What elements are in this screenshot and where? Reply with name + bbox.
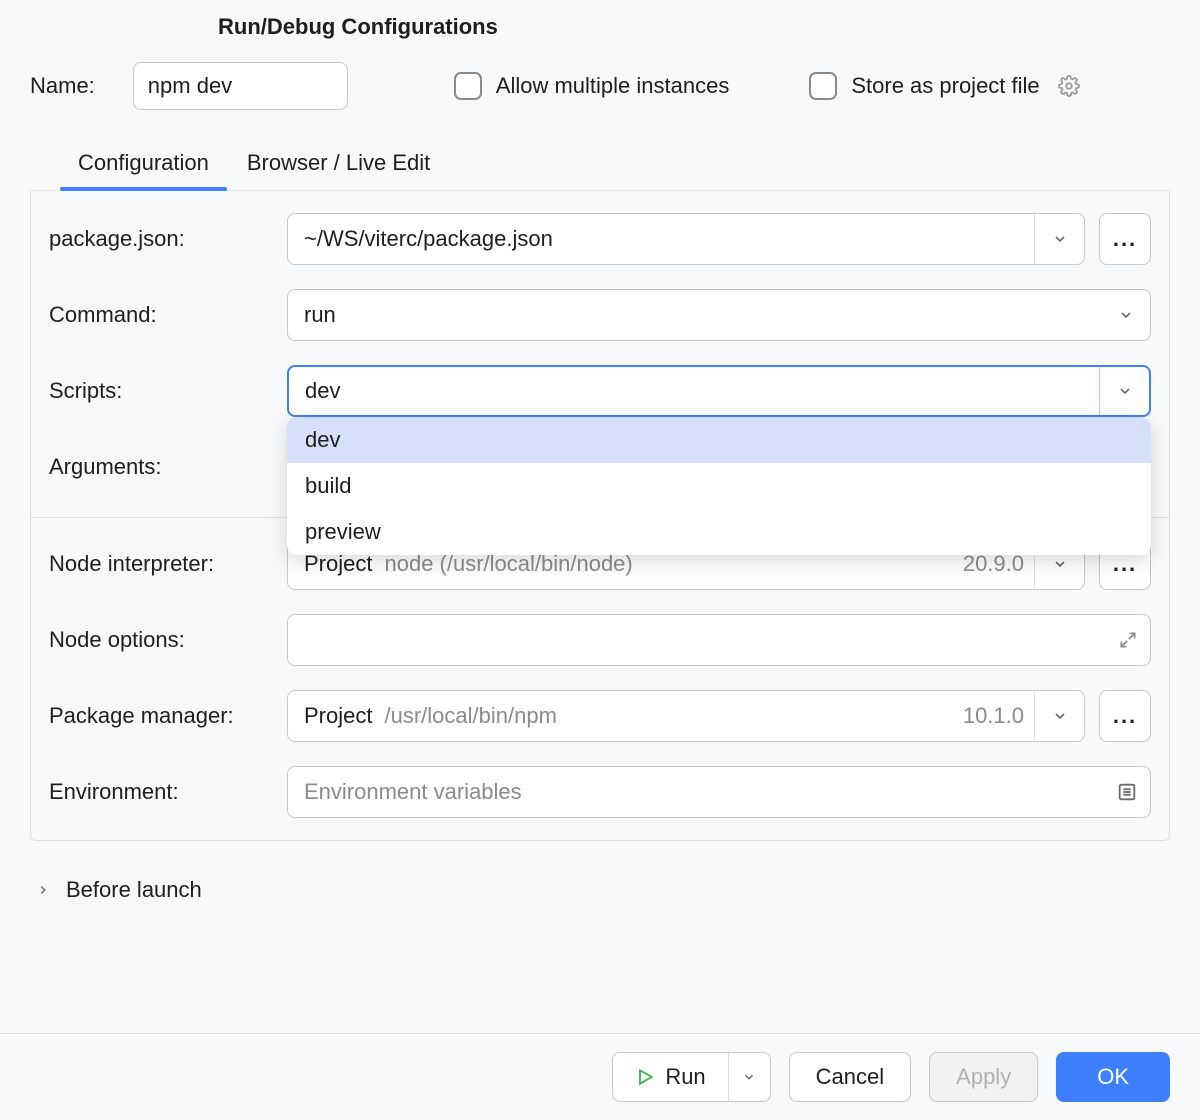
- package-manager-chevron[interactable]: [1034, 691, 1084, 741]
- configuration-panel: package.json: ~/WS/viterc/package.json .…: [30, 191, 1170, 841]
- allow-multiple-group[interactable]: Allow multiple instances: [454, 72, 730, 100]
- scripts-combo[interactable]: dev: [287, 365, 1151, 417]
- environment-row: Environment: Environment variables: [49, 766, 1151, 818]
- command-value: run: [304, 302, 1118, 328]
- chevron-right-icon: [36, 883, 50, 897]
- package-manager-path: /usr/local/bin/npm: [384, 703, 962, 729]
- before-launch-section[interactable]: Before launch: [0, 841, 1200, 941]
- package-json-combo[interactable]: ~/WS/viterc/package.json: [287, 213, 1085, 265]
- allow-multiple-checkbox[interactable]: [454, 72, 482, 100]
- package-json-chevron[interactable]: [1034, 214, 1084, 264]
- node-options-label: Node options:: [49, 627, 287, 653]
- expand-icon[interactable]: [1118, 630, 1138, 650]
- scripts-value: dev: [305, 378, 1099, 404]
- store-project-group[interactable]: Store as project file: [809, 72, 1079, 100]
- scripts-dropdown: dev build preview: [287, 417, 1151, 555]
- environment-placeholder: Environment variables: [304, 779, 522, 805]
- before-launch-label: Before launch: [66, 877, 202, 903]
- play-icon: [635, 1067, 655, 1087]
- scripts-row: Scripts: dev dev build preview: [49, 365, 1151, 417]
- package-manager-prefix: Project: [304, 703, 372, 729]
- name-label: Name:: [30, 73, 95, 99]
- node-options-input[interactable]: [287, 614, 1151, 666]
- arguments-label: Arguments:: [49, 454, 287, 480]
- environment-input[interactable]: Environment variables: [287, 766, 1151, 818]
- tabs: Configuration Browser / Live Edit: [30, 140, 1170, 191]
- name-input[interactable]: [133, 62, 348, 110]
- package-json-value: ~/WS/viterc/package.json: [304, 226, 1034, 252]
- run-button-main[interactable]: Run: [613, 1053, 727, 1101]
- package-manager-browse-button[interactable]: ...: [1099, 690, 1151, 742]
- package-json-browse-button[interactable]: ...: [1099, 213, 1151, 265]
- apply-button[interactable]: Apply: [929, 1052, 1038, 1102]
- tab-configuration[interactable]: Configuration: [78, 140, 209, 190]
- store-project-label: Store as project file: [851, 73, 1039, 99]
- ok-button[interactable]: OK: [1056, 1052, 1170, 1102]
- package-manager-row: Package manager: Project /usr/local/bin/…: [49, 690, 1151, 742]
- dialog-title: Run/Debug Configurations: [0, 0, 1200, 62]
- chevron-down-icon: [1052, 556, 1068, 572]
- chevron-down-icon: [1052, 708, 1068, 724]
- chevron-down-icon: [742, 1070, 756, 1084]
- scripts-label: Scripts:: [49, 378, 287, 404]
- node-options-row: Node options:: [49, 614, 1151, 666]
- store-project-checkbox[interactable]: [809, 72, 837, 100]
- run-button[interactable]: Run: [612, 1052, 770, 1102]
- list-icon[interactable]: [1116, 781, 1138, 803]
- package-manager-combo[interactable]: Project /usr/local/bin/npm 10.1.0: [287, 690, 1085, 742]
- allow-multiple-label: Allow multiple instances: [496, 73, 730, 99]
- chevron-down-icon: [1117, 383, 1133, 399]
- package-json-label: package.json:: [49, 226, 287, 252]
- scripts-option-dev[interactable]: dev: [287, 417, 1151, 463]
- chevron-down-icon: [1052, 231, 1068, 247]
- run-label: Run: [665, 1064, 705, 1090]
- environment-label: Environment:: [49, 779, 287, 805]
- name-row: Name: Allow multiple instances Store as …: [0, 62, 1200, 140]
- gear-icon[interactable]: [1058, 75, 1080, 97]
- footer: Run Cancel Apply OK: [0, 1033, 1200, 1120]
- scripts-option-build[interactable]: build: [287, 463, 1151, 509]
- node-interpreter-label: Node interpreter:: [49, 551, 287, 577]
- command-combo[interactable]: run: [287, 289, 1151, 341]
- package-manager-label: Package manager:: [49, 703, 287, 729]
- scripts-option-preview[interactable]: preview: [287, 509, 1151, 555]
- chevron-down-icon: [1118, 307, 1134, 323]
- cancel-button[interactable]: Cancel: [789, 1052, 911, 1102]
- scripts-chevron[interactable]: [1099, 367, 1149, 415]
- run-button-split[interactable]: [728, 1053, 770, 1101]
- package-json-row: package.json: ~/WS/viterc/package.json .…: [49, 213, 1151, 265]
- tab-browser-live-edit[interactable]: Browser / Live Edit: [247, 140, 430, 190]
- command-label: Command:: [49, 302, 287, 328]
- package-manager-version: 10.1.0: [963, 703, 1024, 729]
- command-row: Command: run: [49, 289, 1151, 341]
